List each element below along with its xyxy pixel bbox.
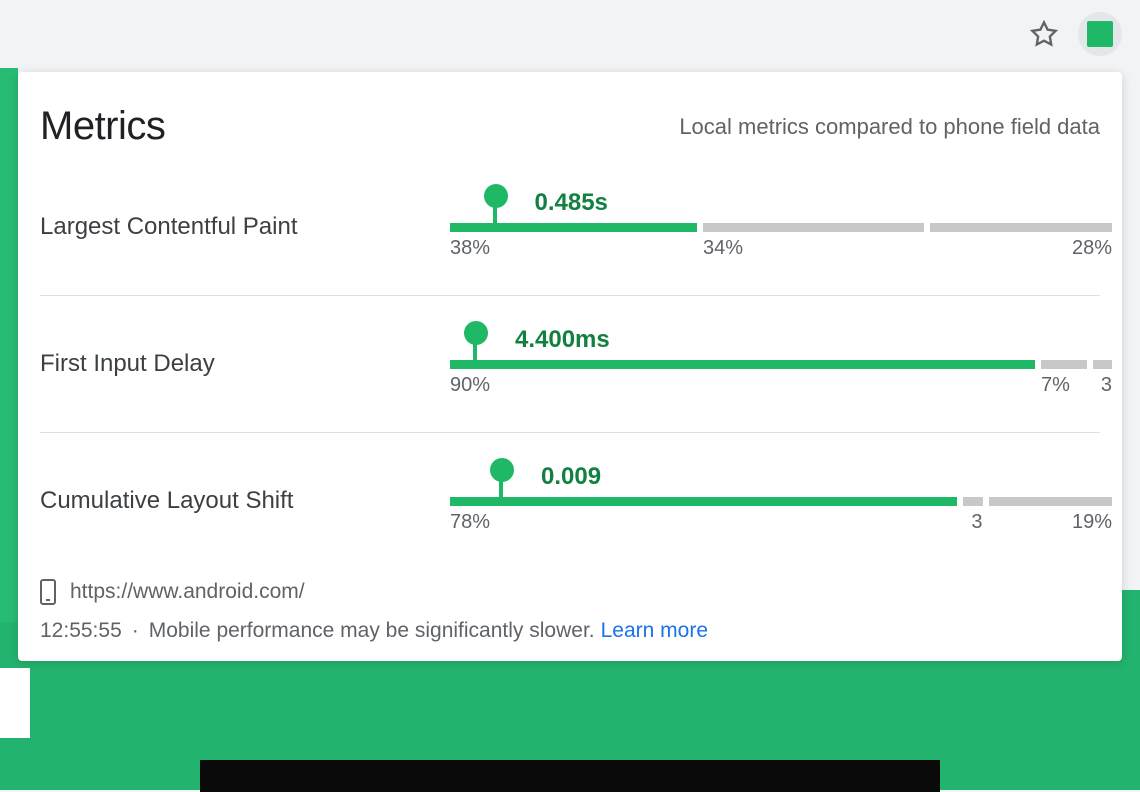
- segment-label: 90%: [450, 374, 1035, 398]
- segment-label: 78%: [450, 511, 957, 535]
- segment-ni: [703, 223, 924, 232]
- extension-status-icon: [1087, 21, 1113, 47]
- metric-local-value: 4.400ms: [515, 326, 610, 354]
- distribution-labels: 78%319%: [450, 511, 1100, 535]
- panel-subtitle: Local metrics compared to phone field da…: [679, 114, 1100, 140]
- metric-local-value: 0.009: [541, 463, 601, 491]
- local-value-marker-icon: [484, 184, 508, 208]
- distribution-labels: 38%34%28%: [450, 237, 1100, 261]
- segment-good: [450, 497, 957, 506]
- metric-name: Cumulative Layout Shift: [40, 487, 440, 515]
- segment-label: 7%: [1041, 374, 1087, 398]
- metric-track: 4.400ms 90%7%3: [450, 326, 1100, 402]
- star-outline-icon: [1030, 20, 1058, 48]
- distribution-track: [450, 497, 1100, 506]
- panel-footer: https://www.android.com/ 12:55:55 · Mobi…: [18, 569, 1122, 643]
- page-background-left: [0, 68, 18, 622]
- segment-label: 19%: [989, 511, 1113, 535]
- metric-row: Cumulative Layout Shift 0.009 78%319%: [40, 432, 1100, 569]
- page-background-fragment: [0, 668, 30, 738]
- local-value-marker-icon: [490, 458, 514, 482]
- page-url: https://www.android.com/: [70, 580, 305, 604]
- segment-label: 3: [963, 511, 983, 535]
- performance-warning: Mobile performance may be significantly …: [149, 619, 595, 643]
- metric-row: First Input Delay 4.400ms 90%7%3: [40, 295, 1100, 432]
- segment-ni: [963, 497, 983, 506]
- learn-more-link[interactable]: Learn more: [601, 619, 708, 643]
- segment-label: 38%: [450, 237, 697, 261]
- metric-local-value: 0.485s: [535, 189, 608, 217]
- panel-header: Metrics Local metrics compared to phone …: [18, 90, 1122, 159]
- distribution-track: [450, 223, 1100, 232]
- metric-row: Largest Contentful Paint 0.485s 38%34%28%: [18, 159, 1122, 295]
- separator-dot: ·: [132, 619, 139, 643]
- browser-toolbar: [0, 0, 1140, 68]
- segment-good: [450, 223, 697, 232]
- web-vitals-popup: Metrics Local metrics compared to phone …: [18, 72, 1122, 661]
- segment-label: 34%: [703, 237, 924, 261]
- bookmark-star-button[interactable]: [1028, 18, 1060, 50]
- segment-poor: [989, 497, 1113, 506]
- mobile-device-icon: [40, 579, 56, 605]
- panel-title: Metrics: [40, 104, 165, 149]
- segment-good: [450, 360, 1035, 369]
- page-background-fragment: [200, 760, 940, 792]
- segment-poor: [1093, 360, 1113, 369]
- distribution-labels: 90%7%3: [450, 374, 1100, 398]
- segment-ni: [1041, 360, 1087, 369]
- distribution-track: [450, 360, 1100, 369]
- segment-label: 28%: [930, 237, 1112, 261]
- segment-poor: [930, 223, 1112, 232]
- web-vitals-extension-button[interactable]: [1078, 12, 1122, 56]
- metric-track: 0.009 78%319%: [450, 463, 1100, 539]
- timestamp: 12:55:55: [40, 619, 122, 643]
- metric-track: 0.485s 38%34%28%: [450, 189, 1100, 265]
- metric-name: First Input Delay: [40, 350, 440, 378]
- metric-name: Largest Contentful Paint: [40, 213, 440, 241]
- local-value-marker-icon: [464, 321, 488, 345]
- segment-label: 3: [1093, 374, 1113, 398]
